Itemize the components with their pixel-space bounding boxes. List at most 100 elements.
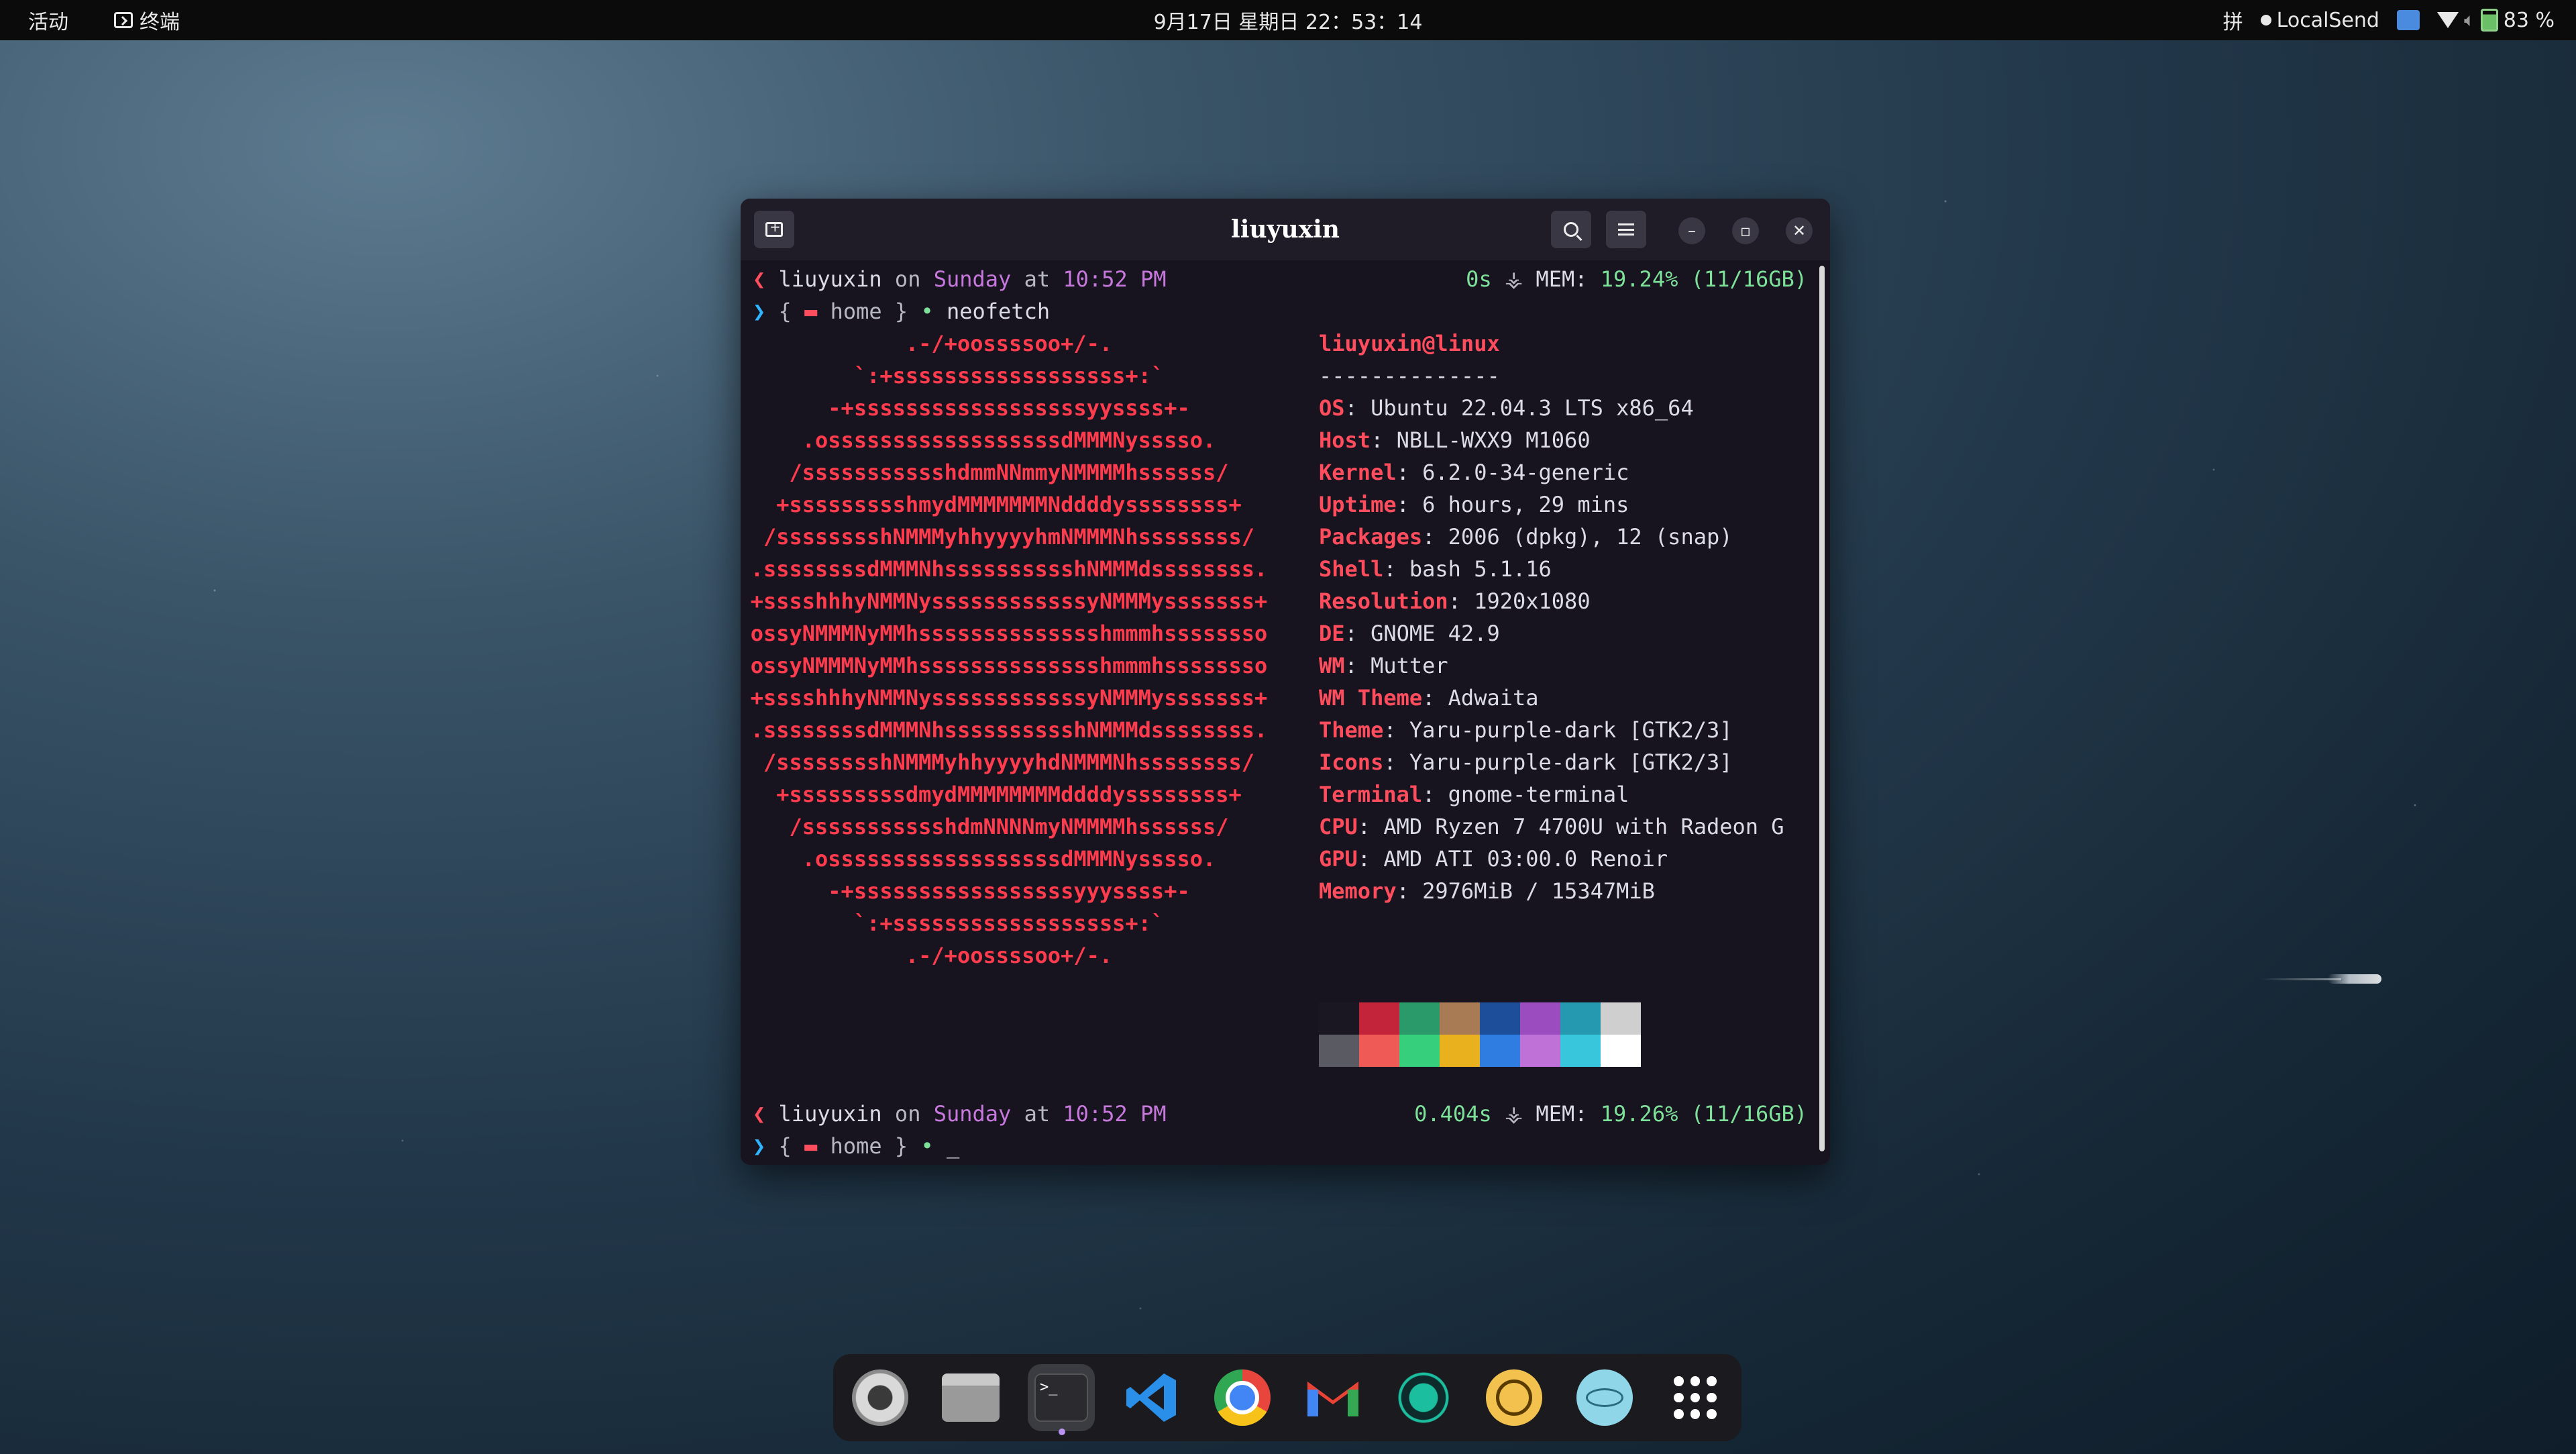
- dock-gmail[interactable]: [1299, 1364, 1366, 1431]
- info-value: Yaru-purple-dark [GTK2/3]: [1409, 749, 1733, 775]
- info-label: Resolution: [1319, 588, 1448, 614]
- current-dir: home: [830, 299, 882, 324]
- logo-line: .ossssssssssssssssssdMMMNysssso.: [802, 846, 1216, 872]
- brace: {: [778, 299, 792, 324]
- info-value: gnome-terminal: [1448, 782, 1629, 807]
- logo-line: -+sssssssssssssssssyyyssss+-: [828, 878, 1190, 904]
- terminal-headerbar[interactable]: liuyuxin – ▫ ✕: [741, 199, 1830, 260]
- color-swatch: [1560, 1035, 1601, 1067]
- clock[interactable]: 9月17日 星期日 22：53：14: [1154, 5, 1423, 35]
- info-colon: :: [1383, 749, 1409, 775]
- prompt-time: 10:52 PM: [1063, 266, 1167, 292]
- prompt-word: on: [894, 266, 921, 292]
- app-yellow-icon: [1486, 1369, 1542, 1426]
- git-icon: •: [920, 299, 934, 324]
- info-row: Theme: Yaru-purple-dark [GTK2/3]: [1319, 714, 1733, 746]
- menu-button[interactable]: [1606, 211, 1646, 248]
- info-row: OS: Ubuntu 22.04.3 LTS x86_64: [1319, 392, 1694, 424]
- info-colon: :: [1396, 492, 1423, 517]
- color-swatch: [1520, 1002, 1560, 1035]
- info-value: GNOME 42.9: [1371, 621, 1500, 646]
- tray-app-icon: [2396, 10, 2420, 30]
- dock-vscode[interactable]: [1118, 1364, 1185, 1431]
- prompt-time: 10:52 PM: [1063, 1101, 1167, 1127]
- gmail-icon: [1307, 1382, 1358, 1416]
- info-colon: :: [1448, 588, 1474, 614]
- info-separator: --------------: [1319, 363, 1500, 388]
- info-row: WM Theme: Adwaita: [1319, 682, 1539, 714]
- dock-files[interactable]: [937, 1364, 1004, 1431]
- terminal-window[interactable]: liuyuxin – ▫ ✕ ❮ liuyuxin on Sunday at 1…: [741, 199, 1830, 1165]
- info-value: 2006 (dpkg), 12 (snap): [1448, 524, 1733, 550]
- info-label: Kernel: [1319, 460, 1397, 485]
- search-button[interactable]: [1551, 211, 1591, 248]
- vscode-icon: [1126, 1373, 1176, 1422]
- info-value: 6 hours, 29 mins: [1422, 492, 1629, 517]
- logo-line: +sssssssssdmydMMMMMMMMddddyssssssss+: [776, 782, 1242, 807]
- prompt-user: liuyuxin: [778, 1101, 882, 1127]
- dock-app-yellow[interactable]: [1481, 1364, 1548, 1431]
- chrome-icon: [1214, 1369, 1271, 1426]
- activities-button[interactable]: 活动: [28, 0, 68, 40]
- app-menu-label: 终端: [140, 11, 180, 34]
- app-menu[interactable]: 终端: [114, 0, 180, 40]
- logo-line: +ssssssssshmydMMMMMMMNddddyssssssss+: [776, 492, 1242, 517]
- minimize-button[interactable]: –: [1678, 217, 1705, 244]
- dock-settings[interactable]: [847, 1364, 914, 1431]
- hamburger-menu-icon: [1618, 223, 1634, 236]
- system-menu[interactable]: 🔈︎ 83 %: [2436, 9, 2555, 32]
- terminal-content[interactable]: ❮ liuyuxin on Sunday at 10:52 PM 0s ⚶ ME…: [741, 260, 1814, 1165]
- info-row: Kernel: 6.2.0-34-generic: [1319, 456, 1629, 488]
- prompt-status: 0s ⚶ MEM: 19.24% (11/16GB): [1466, 263, 1807, 295]
- dock-terminal[interactable]: >_: [1028, 1364, 1095, 1435]
- brace: }: [894, 299, 908, 324]
- logo-line: .ossssssssssssssssssdMMMNysssso.: [802, 427, 1216, 453]
- prompt-duration: 0.404s: [1414, 1101, 1492, 1127]
- logo-line: .ssssssssdMMMNhsssssssssshNMMMdssssssss.: [750, 556, 1268, 582]
- info-value: 1920x1080: [1474, 588, 1591, 614]
- logo-line: /ssssssssssshdmNNNNmyNMMMMhssssss/: [789, 814, 1229, 839]
- input-method-indicator[interactable]: 拼: [2223, 5, 2243, 35]
- info-label: Icons: [1319, 749, 1384, 775]
- info-row: WM: Mutter: [1319, 650, 1448, 682]
- dock-app-grid[interactable]: [1662, 1364, 1729, 1431]
- color-swatch: [1399, 1002, 1440, 1035]
- app-teal-icon: [1395, 1369, 1452, 1426]
- maximize-button[interactable]: ▫: [1732, 217, 1759, 244]
- color-swatch: [1399, 1035, 1440, 1067]
- prompt-chevron-icon: ❮: [753, 1101, 766, 1127]
- terminal-scrollbar[interactable]: [1819, 266, 1825, 1151]
- battery-icon: [2480, 9, 2498, 32]
- brace: {: [778, 1133, 792, 1159]
- logo-line: `:+ssssssssssssssssss+:`: [853, 363, 1165, 388]
- input-method-label: 拼: [2222, 11, 2243, 34]
- prompt-word: at: [1024, 1101, 1051, 1127]
- prompt-chevron-icon: ❮: [753, 266, 766, 292]
- info-header: liuyuxin@linux: [1319, 331, 1500, 356]
- prompt-user: liuyuxin: [778, 266, 882, 292]
- localsend-indicator[interactable]: LocalSend: [2260, 9, 2379, 32]
- prompt-line: ❮ liuyuxin on Sunday at 10:52 PM: [753, 263, 1167, 295]
- prompt-status: 0.404s ⚶ MEM: 19.26% (11/16GB): [1414, 1098, 1807, 1130]
- logo-line: .ssssssssdMMMNhsssssssssshNMMMdssssssss.: [750, 717, 1268, 743]
- info-label: OS: [1319, 395, 1345, 421]
- dock-app-teal[interactable]: [1390, 1364, 1457, 1431]
- system-tray: 拼 LocalSend 🔈︎ 83 %: [2223, 0, 2555, 40]
- info-row: Icons: Yaru-purple-dark [GTK2/3]: [1319, 746, 1733, 778]
- dock-chrome[interactable]: [1209, 1364, 1276, 1431]
- logo-line: /sssssssshNMMMyhhyyyyhmNMMMNhssssssss/: [763, 524, 1255, 550]
- prompt-duration: 0s: [1466, 266, 1492, 292]
- prompt-arrow-icon: ❯: [753, 299, 766, 324]
- terminal-icon: >_: [1034, 1373, 1088, 1422]
- logo-line: ossyNMMMNyMMhsssssssssssssshmmmhssssssso: [750, 653, 1268, 678]
- info-row: Memory: 2976MiB / 15347MiB: [1319, 875, 1655, 907]
- prompt-word: at: [1024, 266, 1051, 292]
- git-icon: •: [920, 1133, 934, 1159]
- color-swatch: [1359, 1035, 1399, 1067]
- color-swatch: [1440, 1002, 1480, 1035]
- tray-app-indicator[interactable]: [2396, 10, 2420, 30]
- info-colon: :: [1344, 653, 1371, 678]
- close-button[interactable]: ✕: [1786, 217, 1813, 244]
- dock-electron[interactable]: [1571, 1364, 1638, 1431]
- info-label: Host: [1319, 427, 1371, 453]
